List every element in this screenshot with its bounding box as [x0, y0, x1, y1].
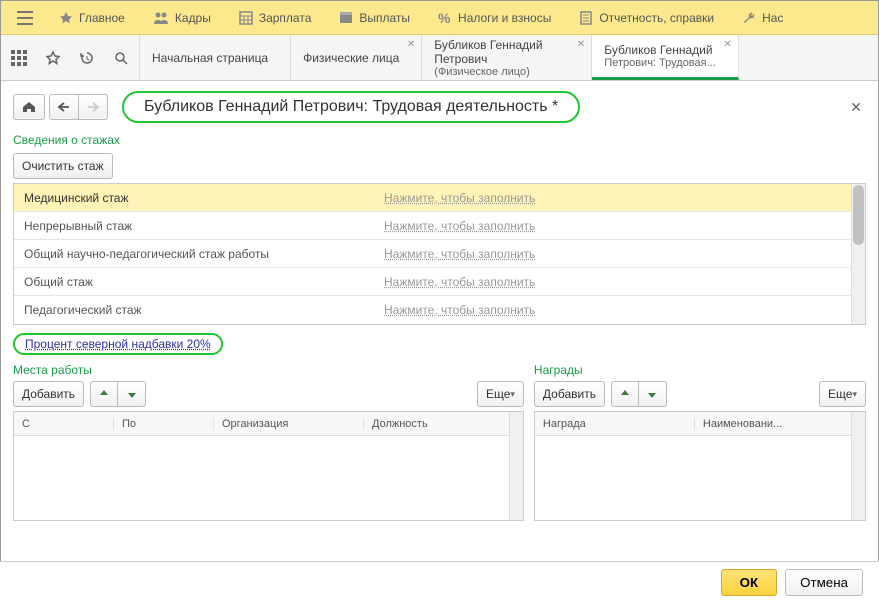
stazh-row[interactable]: Общий научно-педагогический стаж работы … [14, 240, 865, 268]
stazh-name: Медицинский стаж [14, 191, 384, 205]
stazh-row[interactable]: Общий стаж Нажмите, чтобы заполнить [14, 268, 865, 296]
tab-label: Бубликов Геннадий Петрович [434, 38, 569, 66]
history-icon[interactable] [75, 46, 99, 70]
menu-label: Кадры [175, 11, 211, 25]
stazh-fill-link[interactable]: Нажмите, чтобы заполнить [384, 191, 535, 205]
search-icon[interactable] [109, 46, 133, 70]
stazh-fill-link[interactable]: Нажмите, чтобы заполнить [384, 275, 535, 289]
home-button[interactable] [13, 94, 45, 120]
stazh-section-title: Сведения о стажах [13, 133, 866, 147]
menu-label: Нас [762, 11, 783, 25]
cancel-button[interactable]: Отмена [785, 569, 863, 596]
forward-button[interactable] [79, 94, 108, 120]
tab-sublabel: Петрович: Трудовая... [604, 57, 716, 69]
move-down-button[interactable] [118, 381, 146, 407]
clear-stazh-button[interactable]: Очистить стаж [13, 153, 113, 179]
tab-labor-activity[interactable]: Бубликов Геннадий Петрович: Трудовая... … [592, 35, 739, 80]
tab-label: Физические лица [303, 51, 399, 65]
awards-title: Награды [534, 363, 866, 377]
back-button[interactable] [49, 94, 79, 120]
stazh-table: Медицинский стаж Нажмите, чтобы заполнит… [13, 183, 866, 325]
home-icon [22, 101, 36, 113]
menu-otchetnost[interactable]: Отчетность, справки [565, 1, 728, 35]
people-icon [153, 11, 169, 25]
stazh-fill-link[interactable]: Нажмите, чтобы заполнить [384, 303, 535, 317]
col-name[interactable]: Наименовани... [695, 418, 851, 430]
stazh-fill-link[interactable]: Нажмите, чтобы заполнить [384, 247, 535, 261]
grid-icon[interactable] [7, 46, 31, 70]
awards-grid: Награда Наименовани... [534, 411, 866, 521]
jobs-title: Места работы [13, 363, 524, 377]
tab-individuals[interactable]: Физические лица ✕ [291, 35, 422, 80]
move-down-button[interactable] [639, 381, 667, 407]
burger-icon[interactable] [9, 11, 41, 25]
col-award[interactable]: Награда [535, 418, 695, 430]
stazh-row[interactable]: Педагогический стаж Нажмите, чтобы запол… [14, 296, 865, 324]
menu-label: Главное [79, 11, 125, 25]
calc-icon [239, 11, 253, 25]
menu-settings[interactable]: Нас [728, 1, 797, 35]
menu-label: Налоги и взносы [458, 11, 551, 25]
stazh-name: Непрерывный стаж [14, 219, 384, 233]
stazh-name: Педагогический стаж [14, 303, 384, 317]
top-menu: Главное Кадры Зарплата Выплаты % Налоги … [1, 1, 878, 35]
jobs-column: Места работы Добавить Еще С По Организа [13, 363, 524, 521]
col-org[interactable]: Организация [214, 418, 364, 430]
close-icon[interactable]: ✕ [723, 39, 731, 50]
wallet-icon [339, 11, 353, 25]
awards-column: Награды Добавить Еще Награда Наименовани… [534, 363, 866, 521]
percent-icon: % [438, 11, 452, 25]
scrollbar[interactable] [509, 412, 523, 520]
stazh-fill-link[interactable]: Нажмите, чтобы заполнить [384, 219, 535, 233]
content-area: Бубликов Геннадий Петрович: Трудовая дея… [1, 81, 878, 562]
tab-individual-bublikov[interactable]: Бубликов Геннадий Петрович (Физическое л… [422, 35, 592, 80]
footer: ОК Отмена [0, 561, 879, 603]
menu-nalogi[interactable]: % Налоги и взносы [424, 1, 565, 35]
col-position[interactable]: Должность [364, 418, 509, 430]
close-page-button[interactable]: ✕ [846, 95, 866, 120]
report-icon [579, 11, 593, 25]
page-title: Бубликов Геннадий Петрович: Трудовая дея… [122, 91, 580, 123]
tab-label: Бубликов Геннадий [604, 43, 716, 57]
menu-kadry[interactable]: Кадры [139, 1, 225, 35]
tab-label: Начальная страница [152, 51, 268, 65]
col-to[interactable]: По [114, 418, 214, 430]
scrollbar[interactable] [851, 412, 865, 520]
add-award-button[interactable]: Добавить [534, 381, 605, 407]
scrollbar[interactable] [851, 184, 865, 324]
close-icon[interactable]: ✕ [577, 39, 585, 50]
jobs-grid: С По Организация Должность [13, 411, 524, 521]
menu-label: Зарплата [259, 11, 312, 25]
svg-text:%: % [438, 11, 451, 25]
menu-zarplata[interactable]: Зарплата [225, 1, 326, 35]
stazh-name: Общий стаж [14, 275, 384, 289]
more-button[interactable]: Еще [477, 381, 524, 407]
stazh-row[interactable]: Медицинский стаж Нажмите, чтобы заполнит… [14, 184, 865, 212]
move-up-button[interactable] [90, 381, 118, 407]
move-up-button[interactable] [611, 381, 639, 407]
stazh-name: Общий научно-педагогический стаж работы [14, 247, 384, 261]
menu-main[interactable]: Главное [45, 1, 139, 35]
tab-bar: Начальная страница Физические лица ✕ Буб… [1, 35, 878, 81]
close-icon[interactable]: ✕ [407, 39, 415, 50]
north-allowance-link[interactable]: Процент северной надбавки 20% [13, 333, 223, 355]
more-button[interactable]: Еще [819, 381, 866, 407]
ok-button[interactable]: ОК [721, 569, 778, 596]
tab-start-page[interactable]: Начальная страница [140, 35, 291, 80]
col-from[interactable]: С [14, 418, 114, 430]
stazh-row[interactable]: Непрерывный стаж Нажмите, чтобы заполнит… [14, 212, 865, 240]
star-icon [59, 11, 73, 25]
add-job-button[interactable]: Добавить [13, 381, 84, 407]
menu-label: Выплаты [359, 11, 410, 25]
star-outline-icon[interactable] [41, 46, 65, 70]
menu-label: Отчетность, справки [599, 11, 714, 25]
wrench-icon [742, 11, 756, 25]
tab-sublabel: (Физическое лицо) [434, 66, 569, 78]
menu-vyplaty[interactable]: Выплаты [325, 1, 424, 35]
